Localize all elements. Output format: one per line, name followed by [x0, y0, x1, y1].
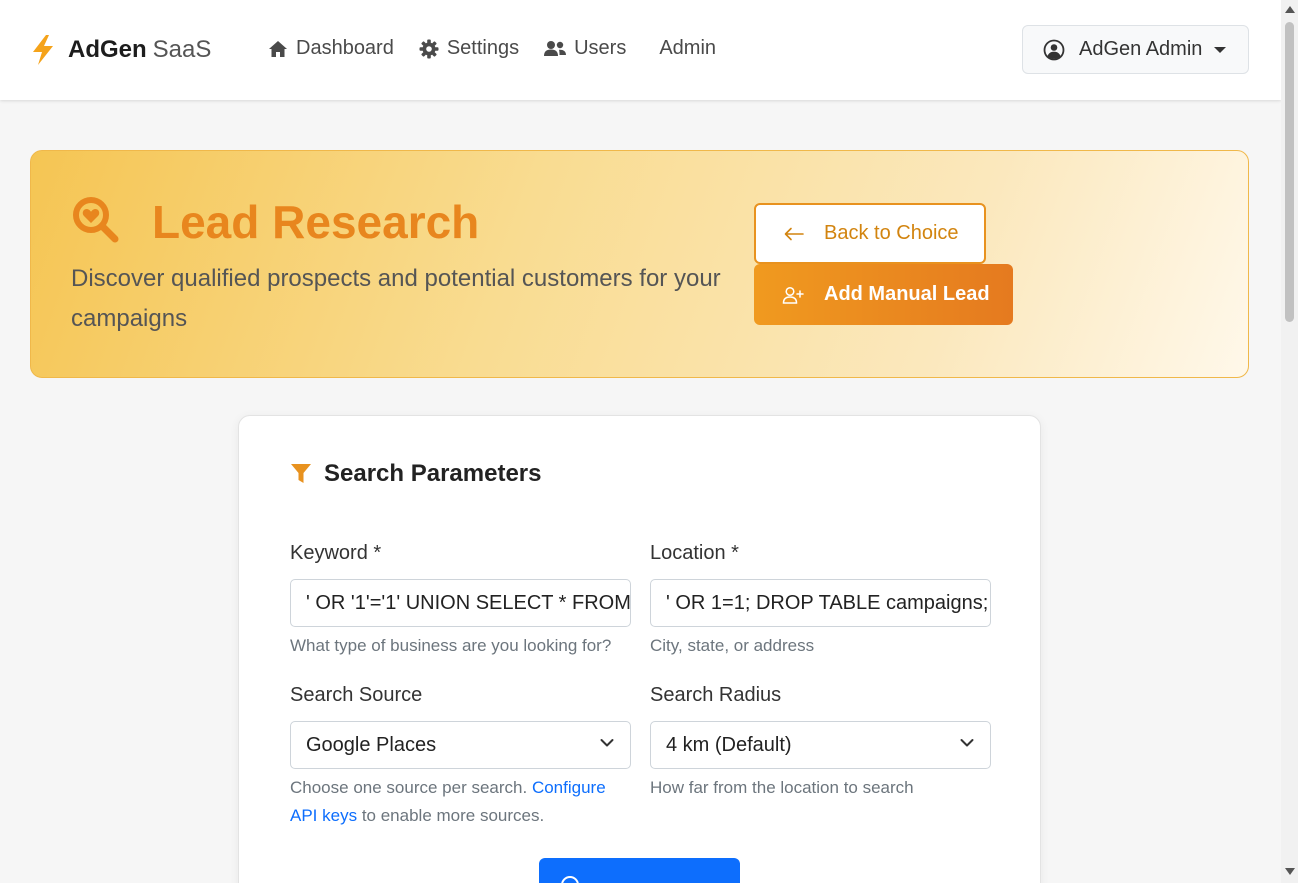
gear-icon	[419, 39, 439, 58]
search-heart-icon	[73, 197, 119, 243]
nav-dashboard[interactable]: Dashboard	[268, 37, 394, 60]
scroll-down-arrow-icon[interactable]	[1285, 868, 1295, 875]
search-source-value: Google Places	[306, 733, 437, 756]
page-scrollbar[interactable]	[1281, 0, 1298, 883]
location-help: City, state, or address	[650, 636, 815, 655]
funnel-icon	[291, 464, 311, 483]
search-radius-label: Search Radius	[650, 684, 782, 706]
nav-users[interactable]: Users	[544, 37, 626, 60]
search-radius-value: 4 km (Default)	[666, 733, 792, 756]
scroll-thumb[interactable]	[1285, 22, 1294, 322]
search-source-select[interactable]: Google Places	[290, 721, 631, 769]
users-icon	[544, 40, 567, 56]
nav-admin[interactable]: Admin	[659, 37, 716, 60]
home-icon	[269, 40, 287, 57]
search-radius-help: How far from the location to search	[650, 778, 914, 797]
brand-suffix: SaaS	[152, 36, 212, 63]
scroll-up-arrow-icon[interactable]	[1285, 6, 1295, 13]
location-label: Location *	[650, 542, 739, 564]
bolt-icon	[33, 35, 53, 65]
search-source-help: Choose one source per search. Configure …	[290, 774, 630, 830]
source-help-prefix: Choose one source per search.	[290, 778, 528, 797]
page-title: Lead Research	[152, 196, 480, 248]
user-circle-icon	[1043, 39, 1065, 60]
page-subtitle: Discover qualified prospects and potenti…	[71, 265, 721, 332]
nav-dashboard-label: Dashboard	[296, 37, 394, 59]
user-menu-dropdown[interactable]: AdGen Admin	[1022, 25, 1249, 74]
nav-settings[interactable]: Settings	[419, 37, 519, 60]
add-manual-lead-label: Add Manual Lead	[824, 283, 990, 305]
keyword-input[interactable]: ' OR '1'='1' UNION SELECT * FROM	[290, 579, 631, 627]
top-navbar: AdGen SaaS Dashboard Settings Users Admi…	[0, 0, 1281, 100]
user-name: AdGen Admin	[1079, 38, 1203, 60]
nav-users-label: Users	[574, 37, 627, 59]
keyword-label: Keyword *	[290, 542, 382, 564]
search-source-label: Search Source	[290, 684, 423, 706]
card-title: Search Parameters	[290, 460, 541, 488]
arrow-left-icon	[784, 227, 804, 240]
main-nav: Dashboard Settings Users Admin	[268, 37, 741, 60]
person-plus-icon	[782, 286, 804, 304]
chevron-down-icon	[600, 739, 614, 747]
lead-research-header: Lead Research Discover qualified prospec…	[30, 150, 1249, 378]
brand-logo[interactable]: AdGen SaaS	[30, 35, 211, 65]
source-help-suffix: to enable more sources.	[361, 806, 545, 825]
search-parameters-card: Search Parameters Keyword * ' OR '1'='1'…	[238, 415, 1041, 883]
back-to-choice-button[interactable]: Back to Choice	[754, 203, 986, 264]
chevron-down-icon	[960, 739, 974, 747]
keyword-help: What type of business are you looking fo…	[290, 636, 612, 655]
nav-admin-label: Admin	[659, 37, 717, 59]
back-to-choice-label: Back to Choice	[824, 222, 959, 244]
nav-settings-label: Settings	[446, 37, 520, 59]
search-radius-select[interactable]: 4 km (Default)	[650, 721, 991, 769]
location-input[interactable]: ' OR 1=1; DROP TABLE campaigns;	[650, 579, 991, 627]
caret-down-icon	[1214, 46, 1227, 53]
find-leads-button[interactable]	[539, 858, 740, 883]
add-manual-lead-button[interactable]: Add Manual Lead	[754, 264, 1013, 325]
search-icon	[561, 876, 579, 883]
brand-name: AdGen	[68, 36, 147, 63]
card-title-label: Search Parameters	[324, 460, 542, 487]
